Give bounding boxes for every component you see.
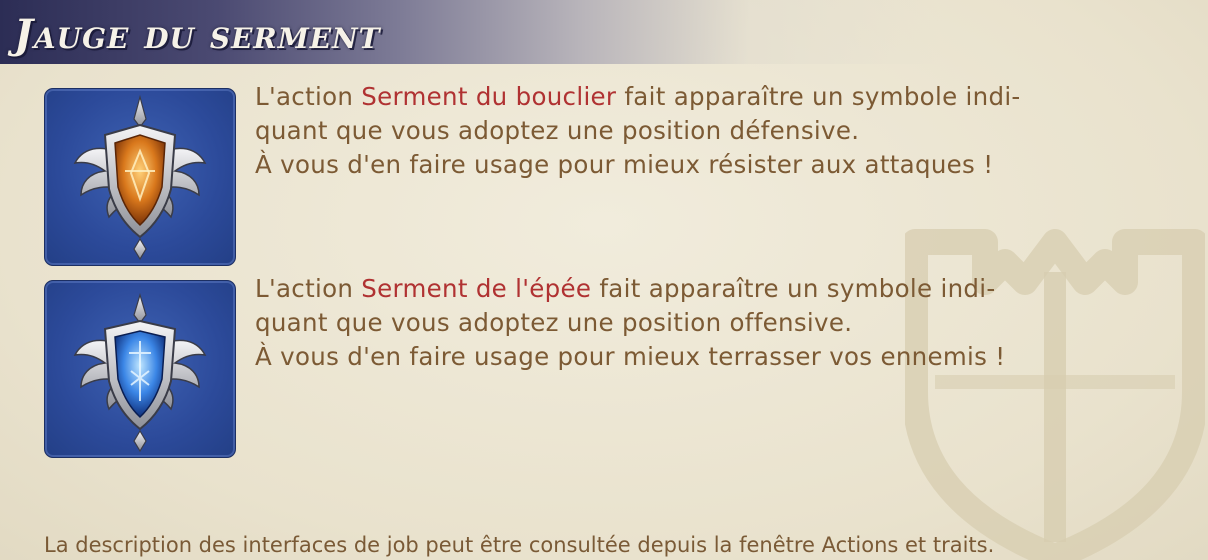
- entry-shield-oath: L'action Serment du bouclier fait appara…: [44, 82, 1194, 268]
- panel-header: Jauge du serment: [0, 0, 1208, 64]
- footer-note: La description des interfaces de job peu…: [44, 533, 995, 557]
- shield-oath-icon: [73, 94, 207, 261]
- shield-oath-icon-tile: [44, 88, 236, 266]
- shield-oath-line2: quant que vous adoptez une position défe…: [255, 116, 860, 145]
- shield-oath-line3: À vous d'en faire usage pour mieux résis…: [255, 150, 994, 179]
- sword-oath-icon: [73, 292, 207, 453]
- sword-oath-keyword: Serment de l'épée: [361, 274, 592, 303]
- sword-oath-icon-tile: [44, 280, 236, 458]
- sword-oath-description: L'action Serment de l'épée fait apparaît…: [255, 272, 1005, 374]
- entry-sword-oath: L'action Serment de l'épée fait apparaît…: [44, 274, 1194, 460]
- sword-oath-line2: quant que vous adoptez une position offe…: [255, 308, 853, 337]
- shield-oath-keyword: Serment du bouclier: [361, 82, 617, 111]
- sword-oath-line1-rest: fait apparaître un symbole indi-: [591, 274, 996, 303]
- panel-title: Jauge du serment: [14, 11, 381, 58]
- sword-oath-line3: À vous d'en faire usage pour mieux terra…: [255, 342, 1006, 371]
- shield-oath-description: L'action Serment du bouclier fait appara…: [255, 80, 1021, 182]
- shield-oath-line1-rest: fait apparaître un symbole indi-: [616, 82, 1021, 111]
- shield-oath-prefix: L'action: [255, 82, 362, 111]
- sword-oath-prefix: L'action: [255, 274, 362, 303]
